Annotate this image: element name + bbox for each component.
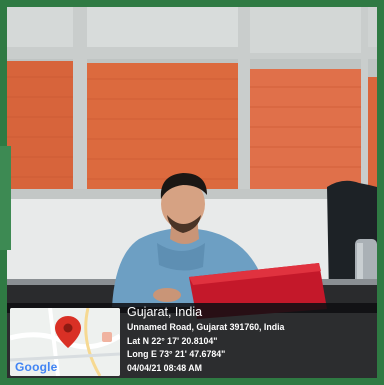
window-blinds — [7, 61, 377, 191]
location-title: Gujarat, India — [127, 305, 203, 319]
datetime-text: 04/04/21 08:48 AM — [127, 362, 202, 373]
map-thumbnail: Google — [10, 308, 120, 376]
side-accent-bar — [0, 146, 11, 250]
geotag-details: Gujarat, India Unnamed Road, Gujarat 391… — [127, 306, 375, 375]
longitude-text: Long E 73° 21' 47.6784" — [127, 349, 226, 359]
geotag-overlay: Google Gujarat, India Unnamed Road, Guja… — [7, 303, 377, 378]
address-text: Unnamed Road, Gujarat 391760, India — [127, 322, 285, 332]
photo-frame: Google Gujarat, India Unnamed Road, Guja… — [0, 0, 384, 385]
latitude-text: Lat N 22° 17' 20.8104" — [127, 335, 218, 346]
google-logo: Google — [15, 360, 58, 374]
